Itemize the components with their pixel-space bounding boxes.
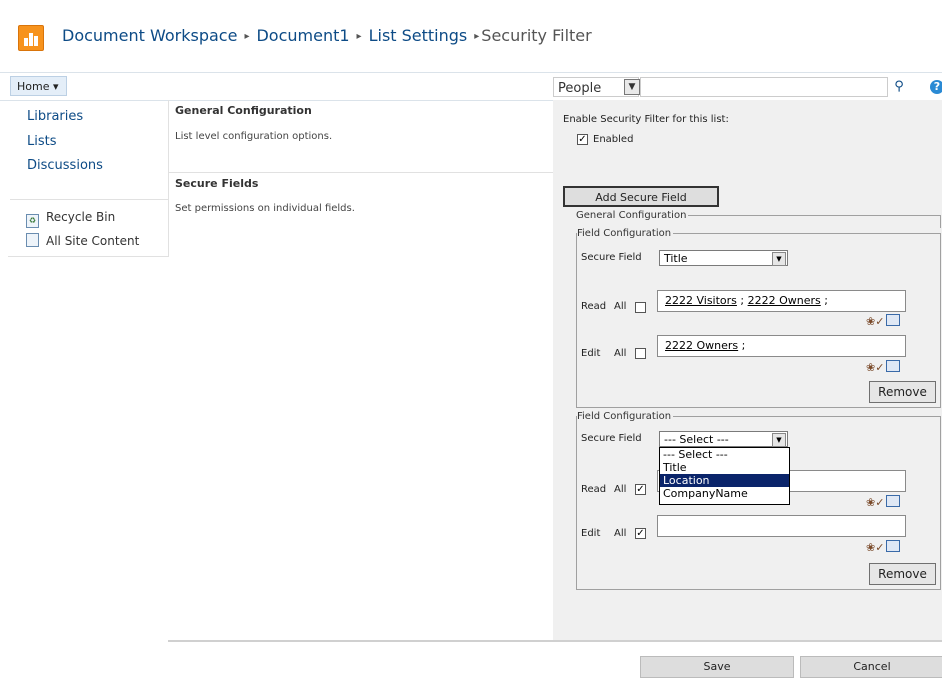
site-content-icon xyxy=(26,233,39,247)
read-all-label: All xyxy=(614,484,627,495)
field-configuration-legend: Field Configuration xyxy=(577,411,672,422)
secure-field-dropdown-list[interactable]: --- Select --- Title Location CompanyNam… xyxy=(659,447,790,505)
all-site-content-label: All Site Content xyxy=(46,234,140,248)
edit-people-picker[interactable] xyxy=(657,515,906,537)
divider xyxy=(10,199,168,200)
section-divider xyxy=(168,172,553,173)
add-secure-field-button[interactable]: Add Secure Field xyxy=(563,186,719,207)
nav-discussions[interactable]: Discussions xyxy=(27,158,103,173)
help-icon[interactable]: ? xyxy=(930,80,942,94)
edit-all-checkbox[interactable]: ✓ xyxy=(635,528,646,539)
dropdown-option[interactable]: Title xyxy=(660,461,789,474)
picker-icons: ❀✓ xyxy=(866,360,901,374)
recycle-bin-label: Recycle Bin xyxy=(46,210,116,224)
person-entity[interactable]: 2222 Visitors xyxy=(665,294,737,307)
picker-icons: ❀✓ xyxy=(866,495,901,509)
secure-fields-title: Secure Fields xyxy=(175,177,259,190)
person-entity[interactable]: 2222 Owners xyxy=(665,339,738,352)
dropdown-arrow-icon: ▼ xyxy=(772,252,786,266)
dropdown-arrow-icon: ▼ xyxy=(772,433,786,447)
dropdown-option[interactable]: CompanyName xyxy=(660,487,789,500)
address-book-icon[interactable] xyxy=(886,360,901,372)
edit-all-checkbox[interactable] xyxy=(635,348,646,359)
general-configuration-legend: General Configuration xyxy=(576,210,687,221)
home-tab[interactable]: Home ▾ xyxy=(10,76,67,96)
breadcrumb-document1[interactable]: Document1 xyxy=(256,26,349,45)
read-all-label: All xyxy=(614,301,627,312)
edit-label: Edit xyxy=(581,528,601,539)
edit-all-label: All xyxy=(614,528,627,539)
enabled-label: Enabled xyxy=(593,134,634,145)
dropdown-option-highlighted[interactable]: Location xyxy=(660,474,789,487)
secure-field-value: --- Select --- xyxy=(664,433,729,446)
check-names-icon[interactable]: ❀✓ xyxy=(866,541,884,554)
breadcrumb: Document Workspace ▸ Document1 ▸ List Settin… xyxy=(62,26,592,45)
general-configuration-fieldset: General Configuration xyxy=(576,210,941,228)
check-names-icon[interactable]: ❀✓ xyxy=(866,496,884,509)
search-input[interactable] xyxy=(640,77,888,97)
enabled-checkbox[interactable]: ✓ xyxy=(577,134,588,145)
breadcrumb-separator: ▸ xyxy=(474,31,480,42)
check-names-icon[interactable]: ❀✓ xyxy=(866,315,884,328)
edit-people-picker[interactable]: 2222 Owners ; xyxy=(657,335,906,357)
read-all-checkbox[interactable] xyxy=(635,302,646,313)
remove-button[interactable]: Remove xyxy=(869,381,936,403)
dropdown-option[interactable]: --- Select --- xyxy=(660,448,789,461)
read-label: Read xyxy=(581,301,607,312)
breadcrumb-separator: ▸ xyxy=(356,31,362,42)
nav-recycle-bin[interactable]: ♻ Recycle Bin xyxy=(26,210,115,228)
edit-label: Edit xyxy=(581,348,601,359)
picker-icons: ❀✓ xyxy=(866,314,901,328)
search-icon[interactable]: ⚲ xyxy=(888,77,910,97)
read-all-checkbox[interactable]: ✓ xyxy=(635,484,646,495)
field-configuration-legend: Field Configuration xyxy=(577,228,672,239)
edit-all-label: All xyxy=(614,348,627,359)
read-people-picker[interactable]: 2222 Visitors ; 2222 Owners ; xyxy=(657,290,906,312)
secure-field-label: Secure Field xyxy=(581,433,642,444)
remove-button[interactable]: Remove xyxy=(869,563,936,585)
nav-all-site-content[interactable]: All Site Content xyxy=(26,233,139,248)
secure-fields-desc: Set permissions on individual fields. xyxy=(175,203,355,214)
address-book-icon[interactable] xyxy=(886,540,901,552)
breadcrumb-current: Security Filter xyxy=(481,26,592,45)
general-config-title: General Configuration xyxy=(175,104,312,117)
recycle-bin-icon: ♻ xyxy=(26,214,39,228)
secure-field-select[interactable]: --- Select --- ▼ xyxy=(659,431,788,447)
person-entity[interactable]: 2222 Owners xyxy=(748,294,821,307)
check-names-icon[interactable]: ❀✓ xyxy=(866,361,884,374)
picker-icons: ❀✓ xyxy=(866,540,901,554)
breadcrumb-list-settings[interactable]: List Settings xyxy=(369,26,468,45)
secure-field-label: Secure Field xyxy=(581,252,642,263)
read-label: Read xyxy=(581,484,607,495)
secure-field-value: Title xyxy=(664,252,688,265)
breadcrumb-document-workspace[interactable]: Document Workspace xyxy=(62,26,237,45)
secure-field-select[interactable]: Title ▼ xyxy=(659,250,788,266)
general-config-desc: List level configuration options. xyxy=(175,131,333,142)
breadcrumb-separator: ▸ xyxy=(244,31,250,42)
enable-filter-label: Enable Security Filter for this list: xyxy=(563,114,729,125)
address-book-icon[interactable] xyxy=(886,314,901,326)
footer-divider xyxy=(168,640,942,642)
nav-libraries[interactable]: Libraries xyxy=(27,109,83,124)
dropdown-arrow-icon[interactable]: ▼ xyxy=(624,79,640,95)
nav-lists[interactable]: Lists xyxy=(27,134,57,149)
address-book-icon[interactable] xyxy=(886,495,901,507)
quick-launch: Libraries Lists Discussions ♻ Recycle Bin… xyxy=(8,100,169,257)
site-logo-icon[interactable] xyxy=(18,25,44,51)
